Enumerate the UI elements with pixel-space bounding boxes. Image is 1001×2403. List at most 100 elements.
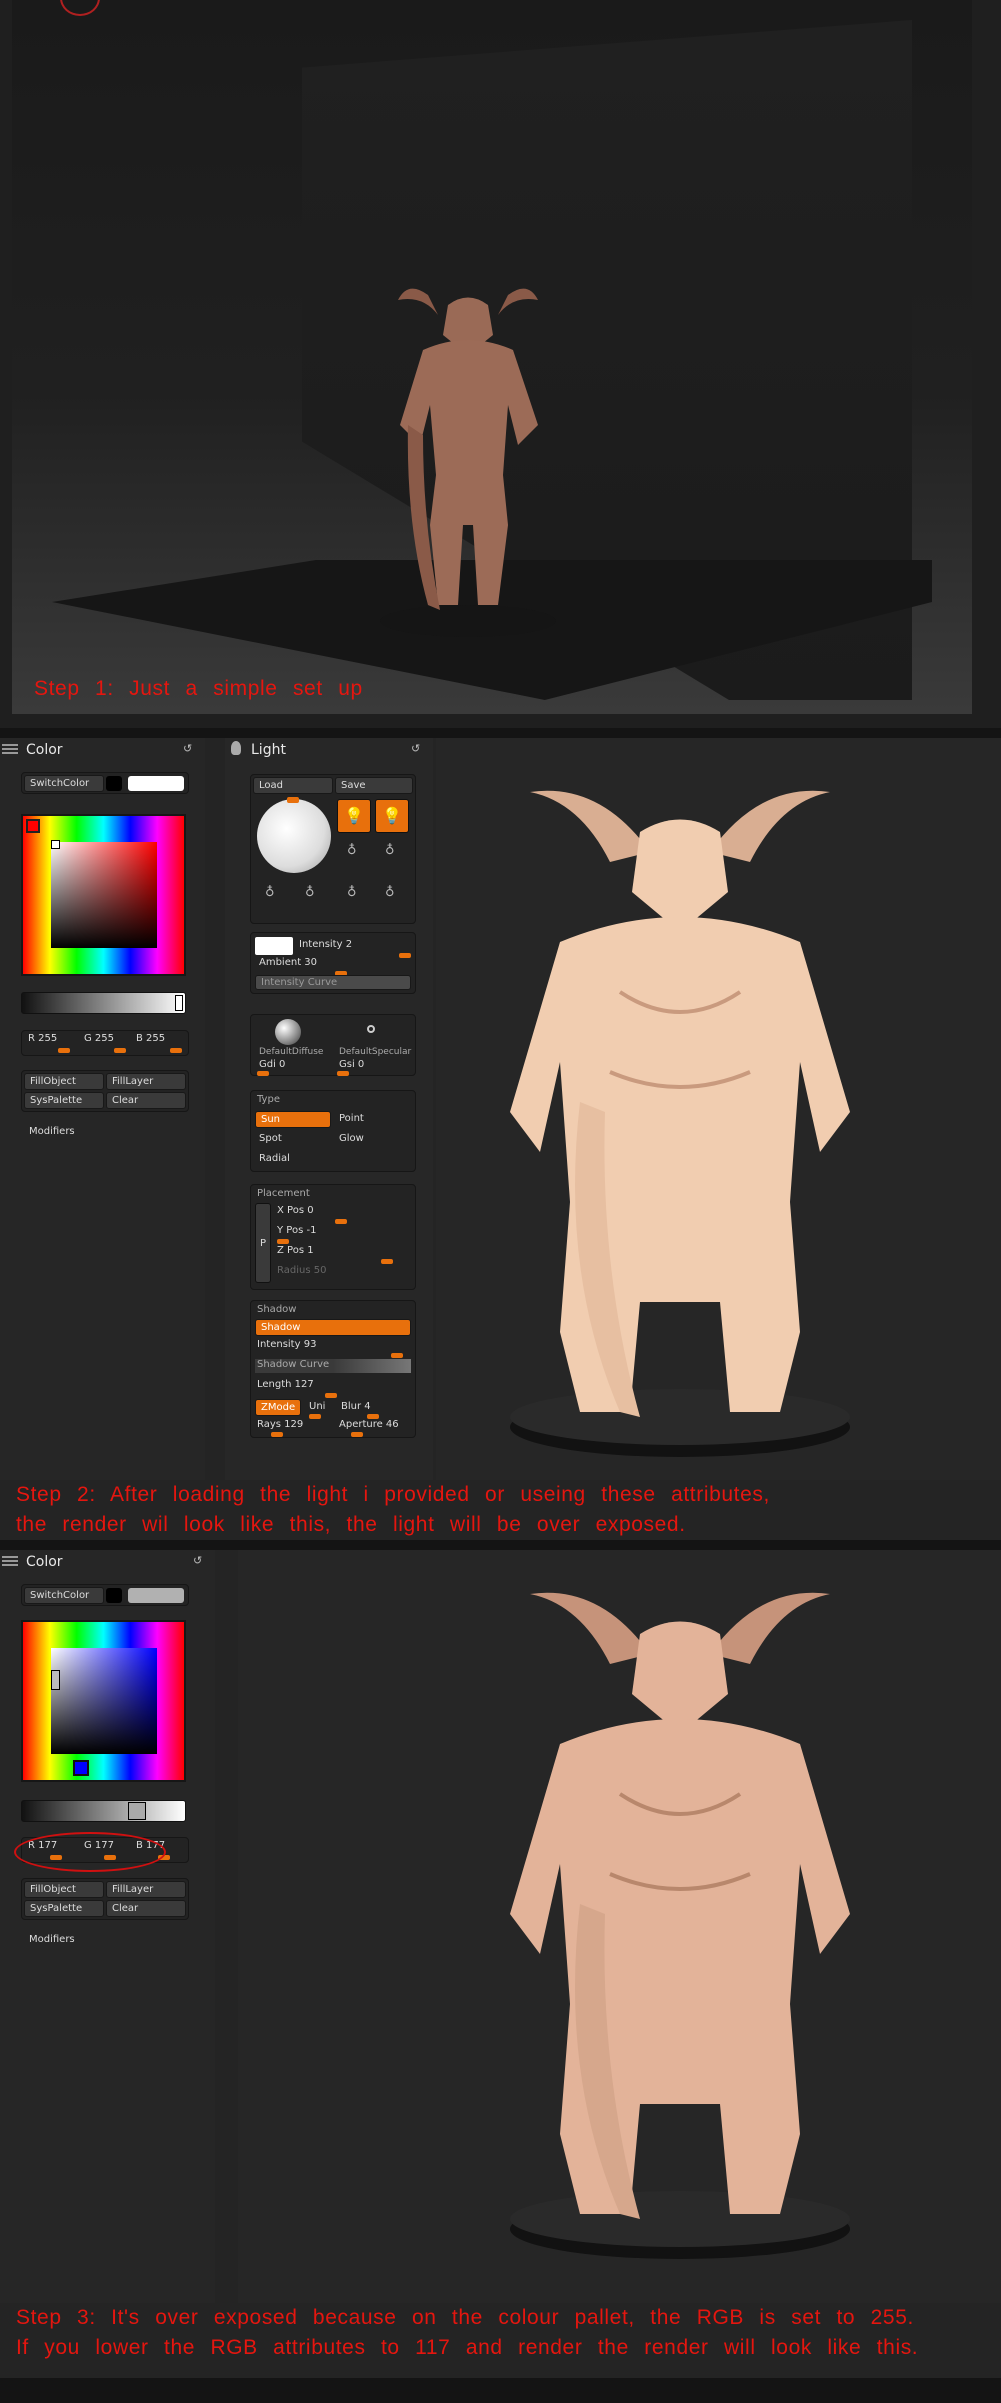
rays-slider[interactable]: Rays 129 <box>257 1419 303 1430</box>
glow-type-button[interactable]: Glow <box>339 1133 364 1144</box>
color-picker[interactable] <box>21 1620 186 1782</box>
shadow-curve-button[interactable]: Shadow Curve <box>255 1359 411 1373</box>
aperture-knob[interactable] <box>351 1432 363 1437</box>
gray-scale-bar[interactable] <box>21 1800 186 1822</box>
placement-section-label[interactable]: Placement <box>257 1188 310 1199</box>
light-color-swatch[interactable] <box>255 937 293 955</box>
default-diffuse-label[interactable]: DefaultDiffuse <box>259 1047 323 1057</box>
g-value[interactable]: G 255 <box>84 1033 114 1044</box>
fill-object-button[interactable]: FillObject <box>24 1073 104 1090</box>
shadow-section-label[interactable]: Shadow <box>257 1304 296 1315</box>
rgb-highlight-ellipse <box>14 1832 166 1872</box>
y-pos-slider[interactable]: Y Pos -1 <box>277 1225 316 1236</box>
light-slot-1-icon[interactable]: 💡 <box>337 799 371 833</box>
step3-caption-line2: If you lower the RGB attributes to 117 a… <box>16 2336 919 2359</box>
shadow-toggle-button[interactable]: Shadow <box>255 1319 411 1336</box>
sun-type-button[interactable]: Sun <box>255 1111 331 1128</box>
uni-button[interactable]: Uni <box>309 1401 325 1412</box>
step1-section: Step 1: Just a simple set up <box>0 0 1001 728</box>
switch-color-button[interactable]: SwitchColor <box>24 775 104 792</box>
uni-knob[interactable] <box>309 1414 321 1419</box>
length-slider[interactable]: Length 127 <box>257 1379 314 1390</box>
light-slot-7-icon[interactable]: ♁ <box>347 885 357 900</box>
save-light-button[interactable]: Save <box>335 777 413 794</box>
main-color-swatch[interactable] <box>128 1588 184 1603</box>
clear-button[interactable]: Clear <box>106 1900 186 1917</box>
light-slot-3-icon[interactable]: ♁ <box>347 843 357 858</box>
modifiers-label[interactable]: Modifiers <box>29 1934 75 1945</box>
sys-palette-button[interactable]: SysPalette <box>24 1092 104 1109</box>
type-section-label[interactable]: Type <box>257 1094 280 1105</box>
gray-scale-bar[interactable] <box>21 992 186 1014</box>
r-value[interactable]: R 255 <box>28 1033 57 1044</box>
intensity-curve-button[interactable]: Intensity Curve <box>255 975 411 990</box>
hue-indicator[interactable] <box>26 819 40 833</box>
drag-grip-icon[interactable] <box>2 744 18 754</box>
modifiers-label[interactable]: Modifiers <box>29 1126 75 1137</box>
shadow-intensity-slider[interactable]: Intensity 93 <box>257 1339 316 1350</box>
intensity-knob[interactable] <box>399 953 411 958</box>
zmode-button[interactable]: ZMode <box>255 1399 301 1416</box>
hue-indicator[interactable] <box>73 1760 89 1776</box>
light-slot-4-icon[interactable]: ♁ <box>385 843 395 858</box>
z-pos-knob[interactable] <box>381 1259 393 1264</box>
placement-group: Placement P X Pos 0 Y Pos -1 Z Pos 1 Rad… <box>250 1184 416 1290</box>
x-pos-slider[interactable]: X Pos 0 <box>277 1205 314 1216</box>
fill-layer-button[interactable]: FillLayer <box>106 1881 186 1898</box>
color-selector-marker[interactable] <box>51 1670 60 1690</box>
specular-dot-icon[interactable] <box>367 1025 375 1033</box>
drag-grip-icon[interactable] <box>2 1556 18 1566</box>
gdi-knob[interactable] <box>257 1071 269 1076</box>
secondary-color-swatch[interactable] <box>106 776 122 791</box>
point-type-button[interactable]: Point <box>339 1113 364 1124</box>
gsi-slider[interactable]: Gsi 0 <box>339 1059 364 1070</box>
blur-slider[interactable]: Blur 4 <box>341 1401 371 1412</box>
light-slot-2-icon[interactable]: 💡 <box>375 799 409 833</box>
saturation-value-square[interactable] <box>51 1648 157 1754</box>
g-slider-knob[interactable] <box>114 1048 126 1053</box>
refresh-icon[interactable]: ↺ <box>411 743 423 755</box>
render-corrected <box>500 1574 862 2264</box>
main-color-swatch[interactable] <box>128 776 184 791</box>
light-sphere-preview[interactable] <box>257 797 331 873</box>
b-slider-knob[interactable] <box>170 1048 182 1053</box>
length-knob[interactable] <box>325 1393 337 1398</box>
clear-button[interactable]: Clear <box>106 1092 186 1109</box>
secondary-color-swatch[interactable] <box>106 1588 122 1603</box>
diffuse-sphere-icon[interactable] <box>275 1019 301 1045</box>
switch-color-button[interactable]: SwitchColor <box>24 1587 104 1604</box>
y-pos-knob[interactable] <box>277 1239 289 1244</box>
saturation-value-square[interactable] <box>51 840 157 948</box>
gsi-knob[interactable] <box>337 1071 349 1076</box>
light-slot-6-icon[interactable]: ♁ <box>305 885 315 900</box>
b-value[interactable]: B 255 <box>136 1033 165 1044</box>
ambient-slider[interactable]: Ambient 30 <box>259 957 317 968</box>
refresh-icon[interactable]: ↺ <box>183 743 195 755</box>
rays-knob[interactable] <box>271 1432 283 1437</box>
x-pos-knob[interactable] <box>335 1219 347 1224</box>
light-position-marker[interactable] <box>287 797 299 803</box>
light-slot-8-icon[interactable]: ♁ <box>385 885 395 900</box>
radial-type-button[interactable]: Radial <box>259 1153 290 1164</box>
r-slider-knob[interactable] <box>58 1048 70 1053</box>
shadow-intensity-knob[interactable] <box>391 1353 403 1358</box>
fill-layer-button[interactable]: FillLayer <box>106 1073 186 1090</box>
spot-type-button[interactable]: Spot <box>259 1133 282 1144</box>
gdi-slider[interactable]: Gdi 0 <box>259 1059 285 1070</box>
gray-slider-knob[interactable] <box>175 995 183 1011</box>
default-specular-label[interactable]: DefaultSpecular <box>339 1047 411 1057</box>
radius-slider[interactable]: Radius 50 <box>277 1265 326 1276</box>
intensity-slider[interactable]: Intensity 2 <box>299 939 352 950</box>
refresh-icon[interactable]: ↺ <box>193 1555 205 1567</box>
placement-p-button[interactable]: P <box>255 1203 271 1283</box>
color-selector-marker[interactable] <box>51 840 60 849</box>
sys-palette-button[interactable]: SysPalette <box>24 1900 104 1917</box>
color-picker[interactable] <box>21 814 186 976</box>
gray-slider-knob[interactable] <box>128 1802 146 1820</box>
load-light-button[interactable]: Load <box>253 777 333 794</box>
step3-caption-line1: Step 3: It's over exposed because on the… <box>16 2306 914 2329</box>
aperture-slider[interactable]: Aperture 46 <box>339 1419 399 1430</box>
z-pos-slider[interactable]: Z Pos 1 <box>277 1245 314 1256</box>
fill-object-button[interactable]: FillObject <box>24 1881 104 1898</box>
light-slot-5-icon[interactable]: ♁ <box>265 885 275 900</box>
